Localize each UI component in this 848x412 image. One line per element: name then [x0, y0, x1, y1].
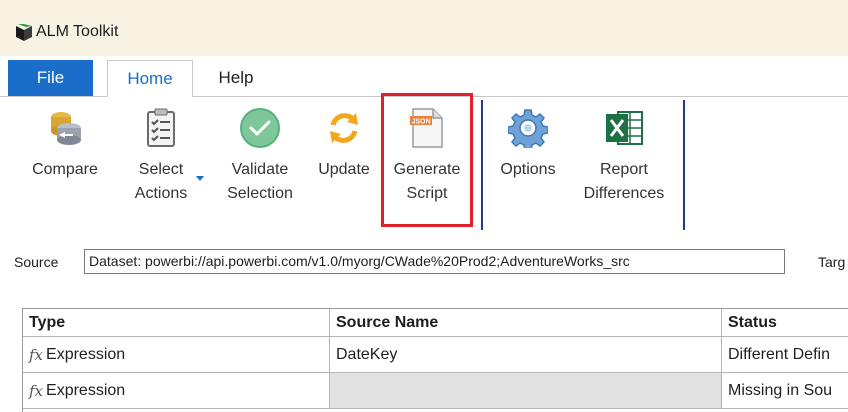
source-label: Source: [14, 254, 59, 270]
tab-help[interactable]: Help: [206, 60, 266, 96]
cell-type-text: Expression: [46, 345, 126, 363]
validate-check-icon: [238, 106, 282, 150]
comparison-grid: Type Source Name Status fx Expression Da…: [22, 308, 848, 412]
cell-type[interactable]: fx Expression: [23, 373, 330, 409]
fx-icon: fx: [29, 345, 44, 364]
column-header-type[interactable]: Type: [23, 309, 330, 337]
cell-type[interactable]: fx Expression: [23, 337, 330, 373]
validate-label-line1: Validate: [231, 161, 289, 178]
compare-label: Compare: [32, 161, 98, 178]
ribbon-separator: [481, 100, 483, 230]
gear-icon: [506, 106, 550, 150]
column-header-status[interactable]: Status: [722, 309, 848, 337]
update-button[interactable]: Update: [312, 100, 376, 182]
compare-icon: [43, 106, 87, 150]
report-label-line2: Differences: [583, 185, 665, 202]
update-label: Update: [318, 161, 370, 178]
app-title: ALM Toolkit: [36, 23, 119, 40]
cell-type-text: Expression: [46, 381, 126, 399]
options-label: Options: [500, 161, 556, 178]
column-header-source-name[interactable]: Source Name: [330, 309, 722, 337]
generate-script-highlight: [381, 93, 473, 227]
source-connection-field[interactable]: Dataset: powerbi://api.powerbi.com/v1.0/…: [84, 249, 785, 274]
ribbon-separator: [683, 100, 685, 230]
cell-status[interactable]: Different Defin: [722, 337, 848, 373]
report-label-line1: Report: [599, 161, 648, 178]
cell-status[interactable]: Missing in Sou: [722, 373, 848, 409]
title-bar: ALM Toolkit: [0, 0, 848, 56]
excel-icon: [602, 106, 646, 150]
checklist-icon: [139, 106, 183, 150]
report-differences-button[interactable]: Report Differences: [574, 100, 674, 206]
update-refresh-icon: [322, 106, 366, 150]
compare-button[interactable]: Compare: [26, 100, 104, 182]
target-label: Targ: [818, 254, 846, 270]
dropdown-arrow-icon[interactable]: [196, 176, 204, 181]
validate-selection-button[interactable]: Validate Selection: [218, 100, 302, 206]
options-button[interactable]: Options: [490, 100, 566, 182]
tab-file[interactable]: File: [8, 60, 93, 96]
fx-icon: fx: [29, 381, 44, 400]
select-actions-label-line2: Actions: [134, 185, 188, 202]
app-logo-icon: [16, 24, 32, 41]
select-actions-label-line1: Select: [138, 161, 184, 178]
tab-home[interactable]: Home: [107, 60, 193, 97]
select-actions-button[interactable]: Select Actions: [126, 100, 196, 206]
validate-label-line2: Selection: [227, 185, 293, 202]
cell-source-name[interactable]: DateKey: [330, 337, 722, 373]
cell-source-name[interactable]: [330, 373, 722, 409]
